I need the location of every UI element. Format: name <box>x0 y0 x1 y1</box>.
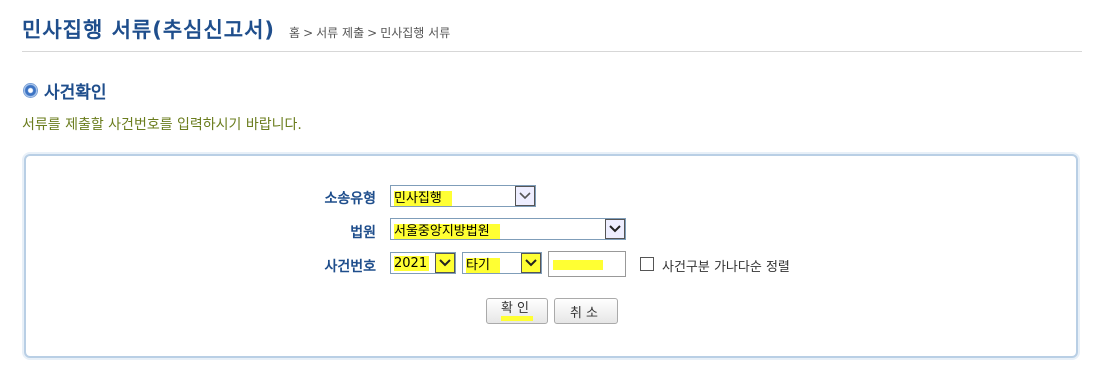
case-type-select[interactable]: 민사집행 <box>390 185 536 207</box>
sort-checkbox-label[interactable]: 사건구분 가나다순 정렬 <box>662 256 790 275</box>
breadcrumb-separator: > <box>367 26 378 40</box>
chevron-down-icon[interactable] <box>605 219 625 239</box>
page-title: 민사집행 서류(추심신고서) <box>22 18 276 42</box>
court-select[interactable]: 서울중앙지방법원 <box>390 218 626 240</box>
breadcrumb-separator: > <box>303 26 314 40</box>
case-form-panel: 소송유형 민사집행 법원 서울중앙지방법원 사건번호 2021 타기 사건구분 … <box>24 154 1078 358</box>
confirm-button[interactable]: 확인 <box>486 298 548 324</box>
case-serial-highlight <box>553 260 603 270</box>
case-number-label: 사건번호 <box>324 259 376 275</box>
sort-checkbox[interactable] <box>640 257 654 271</box>
breadcrumb: 홈 > 서류 제출 > 민사집행 서류 <box>289 24 450 41</box>
page-header: 민사집행 서류(추심신고서) 홈 > 서류 제출 > 민사집행 서류 <box>22 14 450 44</box>
section-title: 사건확인 <box>44 83 107 103</box>
breadcrumb-home[interactable]: 홈 <box>289 26 300 40</box>
case-serial-input[interactable] <box>548 251 626 277</box>
court-label: 법원 <box>350 225 376 241</box>
instruction-text: 서류를 제출할 사건번호를 입력하시기 바랍니다. <box>22 117 302 133</box>
year-select[interactable]: 2021 <box>390 252 456 274</box>
confirm-button-label: 확인 <box>501 301 533 321</box>
section-header: 사건확인 <box>24 78 107 103</box>
cancel-button[interactable]: 취소 <box>554 298 618 324</box>
header-divider <box>22 51 1082 52</box>
breadcrumb-submit[interactable]: 서류 제출 <box>316 26 364 40</box>
case-kind-select[interactable]: 타기 <box>462 252 542 274</box>
chevron-down-icon[interactable] <box>435 253 455 273</box>
court-value: 서울중앙지방법원 <box>394 223 500 239</box>
case-kind-value: 타기 <box>466 257 500 273</box>
chevron-down-icon[interactable] <box>515 186 535 206</box>
case-type-label: 소송유형 <box>324 191 376 207</box>
cancel-button-label: 취소 <box>570 305 602 321</box>
case-type-value: 민사집행 <box>394 190 452 206</box>
bullet-icon <box>24 84 37 97</box>
year-value: 2021 <box>394 255 430 271</box>
chevron-down-icon[interactable] <box>521 253 541 273</box>
breadcrumb-current: 민사집행 서류 <box>380 26 451 40</box>
